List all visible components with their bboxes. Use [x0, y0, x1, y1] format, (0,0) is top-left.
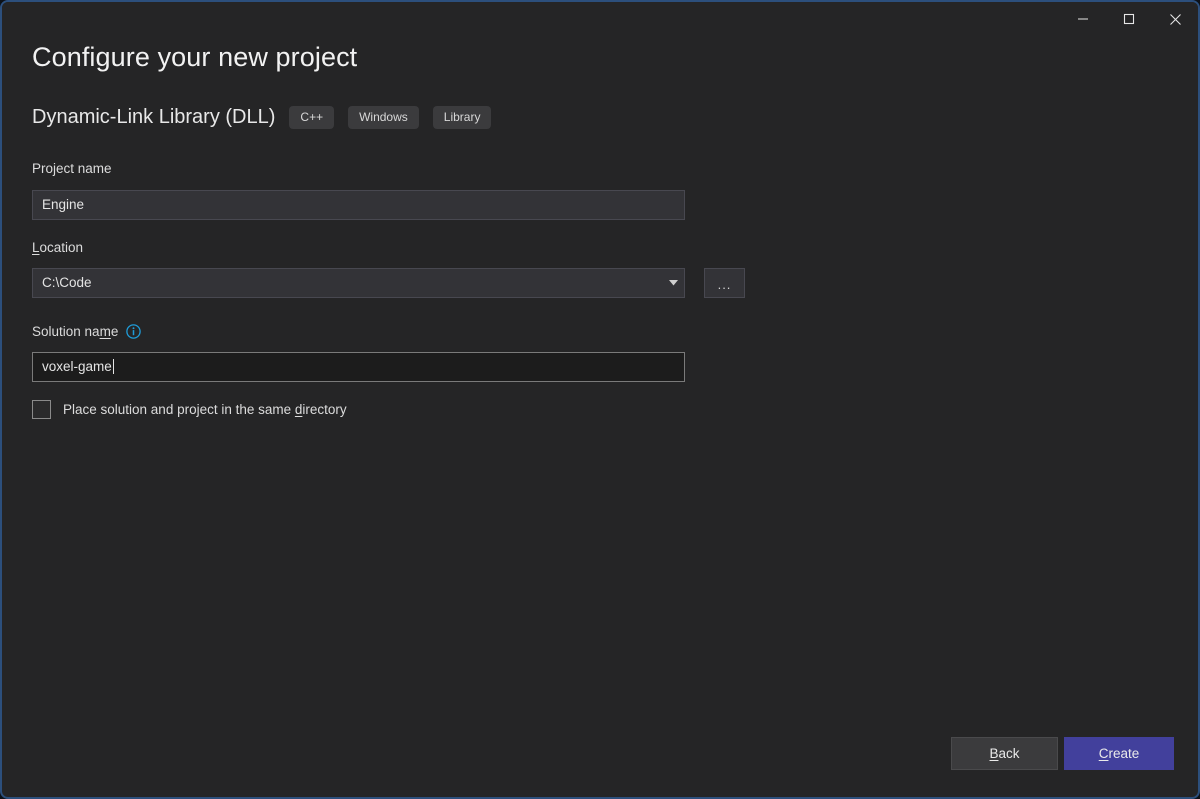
back-button[interactable]: Back — [951, 737, 1058, 770]
location-label: Location — [32, 240, 83, 255]
create-button[interactable]: Create — [1064, 737, 1174, 770]
title-bar — [2, 2, 1198, 36]
template-name: Dynamic-Link Library (DLL) — [32, 106, 276, 129]
minimize-icon — [1077, 13, 1089, 25]
solution-label-suffix: e — [110, 324, 119, 339]
checkbox-label-suffix: irectory — [302, 402, 347, 417]
solution-label-accel: m — [99, 324, 111, 339]
create-label-suffix: reate — [1108, 746, 1140, 761]
maximize-icon — [1123, 13, 1135, 25]
browse-location-button[interactable]: ... — [704, 268, 745, 298]
solution-name-label: Solution name — [32, 324, 118, 339]
location-label-suffix: ocation — [39, 240, 84, 255]
location-label-accel: L — [32, 240, 40, 255]
tag-language: C++ — [289, 106, 335, 130]
solution-name-value: voxel-game — [42, 359, 112, 374]
back-label-accel: B — [989, 746, 999, 761]
tag-project-type: Library — [432, 106, 492, 130]
solution-name-input[interactable]: voxel-game — [32, 352, 685, 382]
tag-platform: Windows — [348, 106, 419, 130]
project-name-input[interactable]: Engine — [32, 190, 685, 220]
same-directory-checkbox-row[interactable]: Place solution and project in the same d… — [32, 400, 347, 419]
info-icon[interactable] — [126, 324, 142, 339]
close-icon — [1169, 13, 1182, 26]
location-combobox[interactable]: C:\Code — [32, 268, 685, 298]
maximize-button[interactable] — [1106, 2, 1152, 36]
template-summary: Dynamic-Link Library (DLL) C++ Windows L… — [32, 106, 492, 130]
same-directory-checkbox[interactable] — [32, 400, 51, 419]
project-name-label: Project name — [32, 161, 112, 176]
text-caret — [112, 359, 114, 374]
page-title: Configure your new project — [32, 42, 358, 72]
configure-project-dialog: Configure your new project Dynamic-Link … — [0, 0, 1200, 799]
chevron-down-icon[interactable] — [662, 280, 684, 286]
minimize-button[interactable] — [1060, 2, 1106, 36]
solution-label-prefix: Solution na — [32, 324, 100, 339]
create-label-accel: C — [1098, 746, 1109, 761]
close-button[interactable] — [1152, 2, 1198, 36]
checkbox-label-prefix: Place solution and project in the same — [63, 402, 295, 417]
back-label-suffix: ack — [998, 746, 1020, 761]
solution-name-label-row: Solution name — [32, 324, 142, 339]
same-directory-label: Place solution and project in the same d… — [63, 402, 347, 417]
location-value: C:\Code — [42, 275, 92, 290]
